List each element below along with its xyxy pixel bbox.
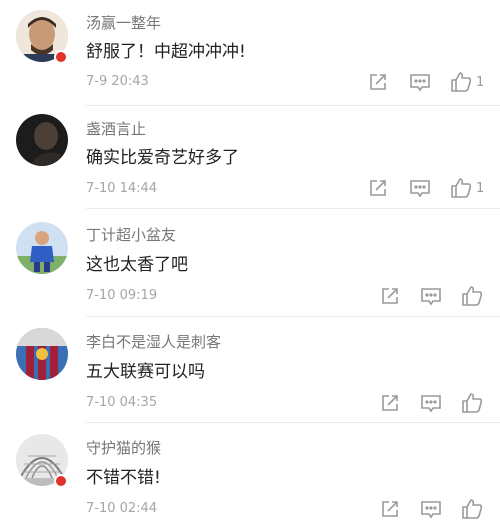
comment-item: 守护猫的猴 不错不错! 7-10 02:44 (0, 424, 500, 525)
comment-item: 盏酒言止 确实比爱奇艺好多了 7-10 14:44 1 (0, 106, 500, 212)
like-button[interactable]: 1 (450, 71, 484, 93)
comment-time: 7-10 14:44 (86, 181, 158, 196)
share-button[interactable] (368, 72, 388, 92)
comment-username[interactable]: 守护猫的猴 (86, 437, 161, 458)
share-icon (370, 74, 386, 90)
avatar[interactable] (16, 328, 68, 380)
divider (86, 208, 500, 209)
share-icon (382, 501, 398, 517)
comment-text: 这也太香了吧 (86, 255, 188, 275)
divider (86, 316, 500, 317)
reply-button[interactable] (420, 286, 442, 306)
comment-text: 不错不错! (86, 468, 161, 488)
comment-time: 7-10 02:44 (86, 501, 158, 516)
comment-icon (410, 74, 430, 92)
like-count: 1 (476, 180, 485, 196)
thumbs-up-icon (462, 393, 483, 413)
reply-button[interactable] (420, 393, 442, 413)
share-button[interactable] (368, 178, 388, 198)
comment-icon (421, 395, 441, 413)
comment-username[interactable]: 盏酒言止 (86, 118, 146, 139)
avatar[interactable] (16, 114, 68, 166)
reply-button[interactable] (409, 72, 431, 92)
share-button[interactable] (380, 393, 400, 413)
comment-username[interactable]: 汤赢一整年 (86, 12, 161, 33)
like-button[interactable] (461, 285, 487, 307)
comment-icon (421, 288, 441, 306)
comment-text: 舒服了！中超冲冲冲! (86, 42, 246, 62)
comment-text: 五大联赛可以吗 (86, 362, 205, 382)
region-badge (54, 474, 68, 488)
like-button[interactable]: 1 (450, 177, 484, 199)
share-icon (382, 288, 398, 304)
share-button[interactable] (380, 499, 400, 519)
thumbs-up-icon (462, 286, 483, 306)
comment-time: 7-10 09:19 (86, 288, 158, 303)
comment-time: 7-9 20:43 (86, 74, 149, 89)
like-count: 1 (476, 74, 485, 90)
like-button[interactable] (461, 498, 487, 520)
comment-item: 汤赢一整年 舒服了！中超冲冲冲! 7-9 20:43 1 (0, 0, 500, 106)
comment-username[interactable]: 丁计超小盆友 (86, 224, 176, 245)
reply-button[interactable] (420, 499, 442, 519)
share-button[interactable] (380, 286, 400, 306)
divider (86, 422, 500, 423)
comment-icon (421, 501, 441, 519)
comment-item: 李白不是湿人是刺客 五大联赛可以吗 7-10 04:35 (0, 318, 500, 424)
thumbs-up-icon (462, 499, 483, 519)
thumbs-up-icon (451, 72, 472, 92)
thumbs-up-icon (451, 178, 472, 198)
comment-time: 7-10 04:35 (86, 395, 158, 410)
like-button[interactable] (461, 392, 487, 414)
avatar-badge (54, 50, 68, 64)
reply-button[interactable] (409, 178, 431, 198)
share-icon (370, 180, 386, 196)
share-icon (382, 395, 398, 411)
comment-username[interactable]: 李白不是湿人是刺客 (86, 331, 221, 352)
comment-icon (410, 180, 430, 198)
comment-text: 确实比爱奇艺好多了 (86, 148, 239, 168)
comment-item: 丁计超小盆友 这也太香了吧 7-10 09:19 (0, 212, 500, 318)
avatar[interactable] (16, 222, 68, 274)
